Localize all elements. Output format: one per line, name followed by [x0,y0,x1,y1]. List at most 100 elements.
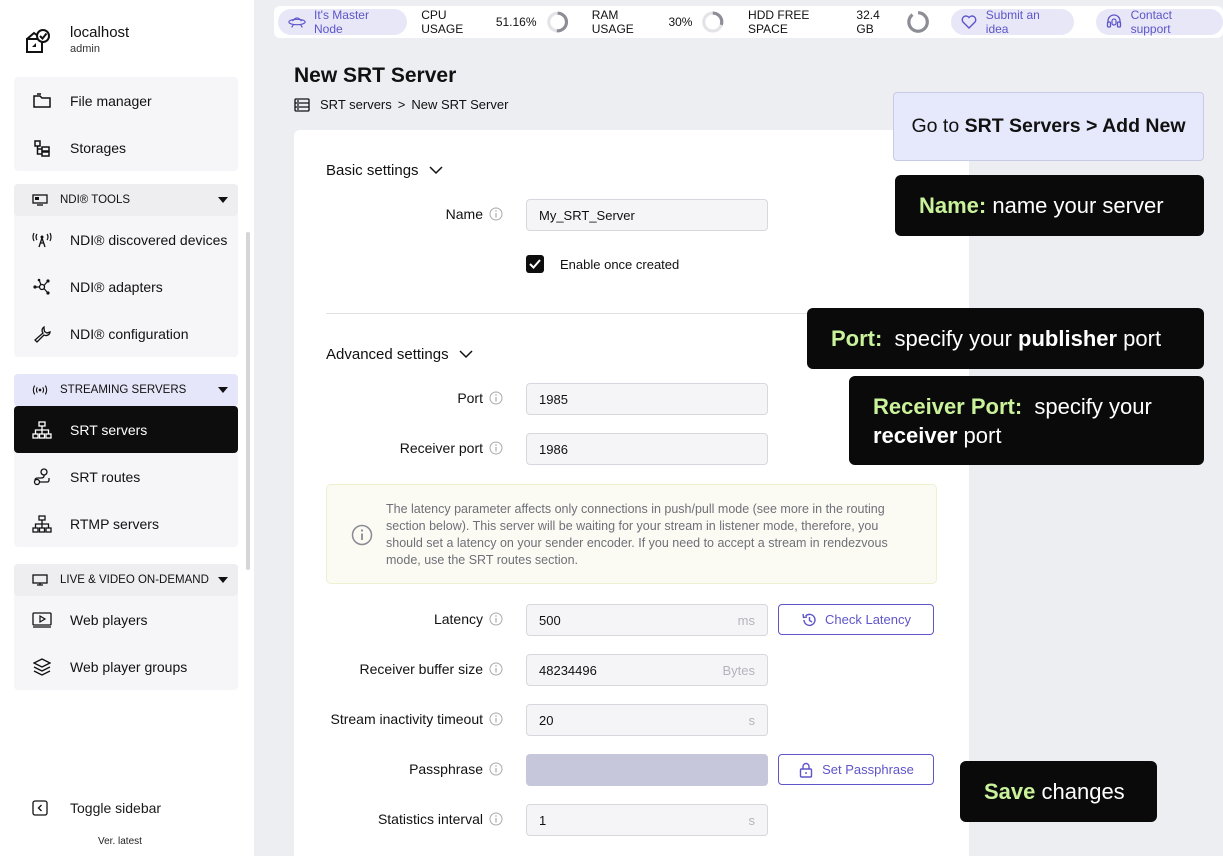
sidebar-item-ndi-configuration[interactable]: NDI® configuration [14,310,238,357]
sidebar-item-rtmp-servers[interactable]: RTMP servers [14,500,238,547]
info-icon[interactable] [489,812,503,826]
breadcrumb-parent-link[interactable]: SRT servers [320,97,392,112]
cpu-usage: CPU USAGE 51.16% [421,8,568,36]
hierarchy-icon [32,514,52,533]
latency-notice: The latency parameter affects only conne… [326,484,937,584]
vod-label: LIVE & VIDEO ON-DEMAND [60,574,209,586]
server-form-card: Basic settings Name My_SRT_Server Enable… [294,130,969,856]
hierarchy-icon [32,420,52,439]
nav-group-ndi: NDI® TOOLS NDI® discovered devices NDI® … [14,184,238,357]
receiver-buffer-label-text: Receiver buffer size [359,661,483,677]
port-input[interactable]: 1985 [526,383,768,415]
player-icon [32,611,52,628]
sidebar-scrollbar[interactable] [246,232,250,570]
server-logo-icon [26,29,50,53]
info-icon[interactable] [489,712,503,726]
hdd-free-value: 32.4 GB [856,8,880,36]
check-latency-button[interactable]: Check Latency [778,604,934,635]
info-icon[interactable] [489,762,503,776]
headset-icon [1106,14,1122,28]
submit-idea-label: Submit an idea [985,8,1040,36]
sidebar-item-srt-servers[interactable]: SRT servers [14,406,238,453]
breadcrumb-separator: > [397,97,406,112]
port-annotation-text-end: port [1117,325,1162,351]
sidebar-item-ndi-discovered[interactable]: NDI® discovered devices [14,216,238,263]
checkbox-checked[interactable] [526,255,544,273]
streaming-servers-label: STREAMING SERVERS [60,384,187,396]
statistics-interval-input[interactable]: 1 s [526,804,768,836]
broadcast-icon [32,385,48,395]
info-icon[interactable] [489,207,503,221]
hdd-ring [907,11,929,33]
receiver-port-label: Receiver port [400,440,503,456]
receiver-port-annotation-highlight: Receiver Port: [873,393,1023,419]
lock-icon [799,762,813,778]
receiver-buffer-input[interactable]: 48234496 Bytes [526,654,768,686]
breadcrumb-current: New SRT Server [411,97,509,112]
name-input[interactable]: My_SRT_Server [526,199,768,231]
latency-input-value: 500 [539,612,561,628]
check-latency-label: Check Latency [825,612,911,627]
latency-label-text: Latency [433,611,483,627]
port-input-value: 1985 [539,391,568,407]
brand: localhost admin [24,24,129,55]
goto-prefix: Go to [911,115,965,137]
cpu-usage-value: 51.16% [495,15,537,29]
receiver-port-label-text: Receiver port [399,440,483,456]
sidebar-item-web-player-groups[interactable]: Web player groups [14,643,238,690]
sidebar-item-storages[interactable]: Storages [14,124,238,171]
advanced-settings-toggle[interactable]: Advanced settings [326,346,473,363]
receiver-port-annotation-text: specify your [1022,393,1152,419]
sidebar-item-label: RTMP servers [70,515,159,532]
basic-settings-toggle[interactable]: Basic settings [326,162,443,179]
cpu-usage-label: CPU USAGE [421,8,464,36]
statistics-interval-value: 1 [539,812,547,828]
sidebar-item-label: Web player groups [70,658,188,675]
info-icon[interactable] [489,662,503,676]
info-icon[interactable] [489,612,503,626]
toggle-sidebar-button[interactable]: Toggle sidebar [32,800,161,816]
goto-path: SRT Servers > Add New [964,115,1186,137]
ufo-icon [288,17,306,28]
sidebar-item-web-players[interactable]: Web players [14,596,238,643]
latency-label: Latency [434,611,503,627]
topbar: It's Master Node CPU USAGE 51.16% RAM US… [274,6,1223,38]
info-icon[interactable] [489,391,503,405]
nav-group-vod: LIVE & VIDEO ON-DEMAND Web players Web p… [14,564,238,690]
enable-once-created-label: Enable once created [560,256,680,272]
info-icon[interactable] [489,441,503,455]
sidebar-item-file-manager[interactable]: File manager [14,77,238,124]
streaming-servers-header[interactable]: STREAMING SERVERS [14,374,238,406]
chevron-down-icon [459,350,473,359]
sidebar-item-label: Web players [70,611,148,628]
save-annotation-text: changes [1035,778,1125,804]
sidebar-item-label: File manager [70,92,152,109]
receiver-port-input[interactable]: 1986 [526,433,768,465]
inactivity-timeout-unit: s [748,712,756,728]
contact-support-button[interactable]: Contact support [1095,8,1223,36]
receiver-buffer-unit: Bytes [722,662,755,678]
latency-input[interactable]: 500 ms [526,604,768,636]
ndi-tools-header[interactable]: NDI® TOOLS [14,184,238,216]
statistics-interval-label-text: Statistics interval [377,811,483,827]
sidebar-item-srt-routes[interactable]: SRT routes [14,453,238,500]
passphrase-label: Passphrase [409,761,503,777]
enable-once-created-checkbox[interactable]: Enable once created [526,255,679,273]
version-label: Ver. latest [98,836,142,847]
page-title: New SRT Server [294,64,457,87]
sidebar-item-ndi-adapters[interactable]: NDI® adapters [14,263,238,310]
folder-icon [33,92,51,108]
passphrase-input [526,754,768,786]
inactivity-timeout-label-text: Stream inactivity timeout [330,711,484,727]
vod-header[interactable]: LIVE & VIDEO ON-DEMAND [14,564,238,596]
set-passphrase-button[interactable]: Set Passphrase [778,754,934,785]
receiver-port-annotation-text-end: port [957,422,1002,448]
sidebar-item-label: NDI® adapters [70,278,163,295]
submit-idea-button[interactable]: Submit an idea [951,8,1074,36]
inactivity-timeout-input[interactable]: 20 s [526,704,768,736]
passphrase-label-text: Passphrase [409,761,483,777]
server-list-icon [294,97,310,112]
check-icon [529,259,541,269]
master-node-badge[interactable]: It's Master Node [278,8,408,36]
port-label: Port [457,390,503,406]
